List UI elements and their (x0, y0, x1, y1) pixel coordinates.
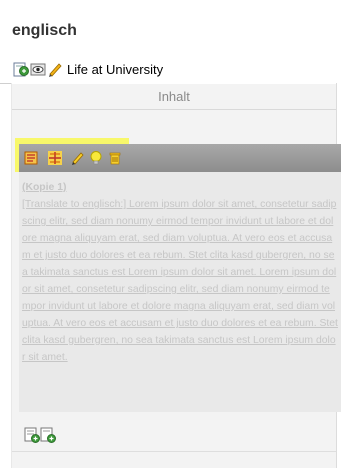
language-title: englisch (12, 22, 77, 39)
page-title[interactable]: Life at University (67, 62, 163, 77)
content-element-body[interactable]: (Kopie 1) [Translate to englisch:] Lorem… (19, 172, 341, 412)
content-column: Inhalt (Kopie 1) [Translate to englisch:… (12, 84, 341, 468)
new-content-icon[interactable] (24, 427, 40, 443)
page-tree-icon[interactable] (13, 61, 29, 77)
page-header-row: Life at University (13, 59, 163, 79)
content-element-text: (Kopie 1) [Translate to englisch:] Lorem… (22, 179, 338, 366)
divider (12, 451, 336, 452)
new-content-row (24, 427, 56, 443)
edit-pencil-icon[interactable] (71, 151, 85, 165)
column-header: Inhalt (12, 84, 336, 110)
move-icon[interactable] (48, 151, 62, 165)
content-element-toolbar (19, 144, 341, 172)
content-element-header: (Kopie 1) (22, 182, 67, 193)
new-content-after-icon[interactable] (40, 427, 56, 443)
edit-pencil-icon[interactable] (47, 61, 63, 77)
list-icon[interactable] (24, 151, 38, 165)
content-element-bodytext: [Translate to englisch:] Lorem ipsum dol… (22, 199, 338, 363)
delete-icon[interactable] (108, 151, 122, 165)
view-icon[interactable] (30, 61, 46, 77)
lightbulb-icon[interactable] (89, 151, 103, 165)
